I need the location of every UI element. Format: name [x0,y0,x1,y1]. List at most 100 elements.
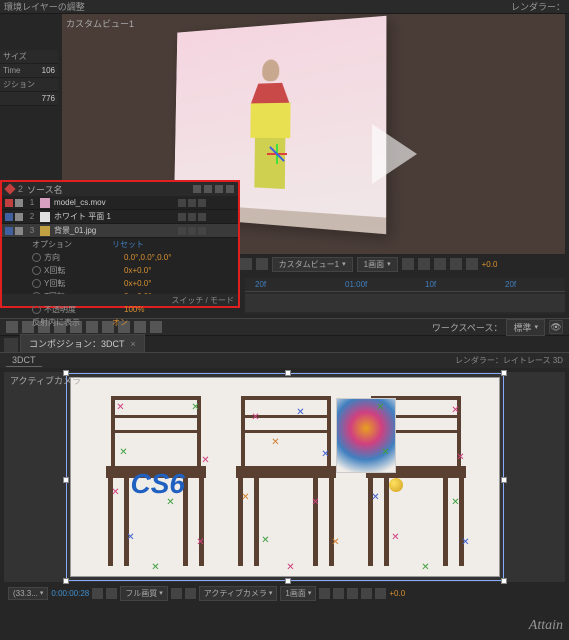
layer-name[interactable]: 背景_01.jpg [52,225,178,236]
pixel-aspect-icon[interactable] [402,258,414,270]
track-marker[interactable] [119,448,129,458]
comp-subtab[interactable]: 3DCT [6,354,42,367]
snapshot-icon[interactable] [92,588,103,599]
stopwatch-icon[interactable] [32,305,41,314]
layer-color-swatch[interactable] [40,198,50,208]
options-label[interactable]: オプション [32,239,112,250]
comp-panel-icon[interactable] [4,338,18,352]
comp-image[interactable]: CS6 [70,377,500,577]
fast-preview-icon[interactable] [418,258,430,270]
transform-handle[interactable] [501,370,507,376]
3d-view-dropdown[interactable]: アクティブカメラ [199,586,278,601]
layer-row[interactable]: 2 ホワイト 平面 1 [2,210,238,224]
exposure-reset-icon[interactable] [375,588,386,599]
track-marker[interactable] [296,408,306,418]
prop-x-rotation[interactable]: X回転 [44,265,124,276]
roi-icon[interactable] [171,588,182,599]
track-marker[interactable] [286,563,296,573]
track-marker[interactable] [166,498,176,508]
source-name-header[interactable]: ソース名 [27,183,189,196]
flowchart-icon[interactable] [450,258,462,270]
track-marker[interactable] [241,493,251,503]
track-marker[interactable] [201,456,211,466]
layer-row[interactable]: 3 背景_01.jpg [2,224,238,238]
track-marker[interactable] [451,498,461,508]
track-marker[interactable] [111,488,121,498]
switch-mode-toggle[interactable]: スイッチ / モード [2,294,238,306]
layer-row[interactable]: 1 model_cs.mov [2,196,238,210]
top-exposure-value[interactable]: +0.0 [482,260,498,269]
track-marker[interactable] [451,406,461,416]
track-marker[interactable] [311,498,321,508]
custom-view-label: カスタムビュー1 [66,17,134,30]
zoom-dropdown[interactable]: (33.3... [8,587,48,600]
prop-reflect-value[interactable]: オン [112,317,128,328]
track-marker[interactable] [196,538,206,548]
layer-color-swatch[interactable] [40,226,50,236]
transform-handle[interactable] [63,477,69,483]
search-help-icon[interactable]: 👁 [549,320,563,334]
track-marker[interactable] [271,438,281,448]
prop-orientation[interactable]: 方向 [44,252,124,263]
transparency-grid-icon[interactable] [185,588,196,599]
track-marker[interactable] [261,536,271,546]
current-time[interactable]: 0:00:00:28 [51,589,89,598]
prop-y-rotation-value[interactable]: 0x+0.0° [124,279,151,288]
stopwatch-icon[interactable] [32,279,41,288]
layer-color-swatch[interactable] [40,212,50,222]
track-marker[interactable] [116,403,126,413]
side-properties: サイズ Time106 ジション 776 [0,50,58,106]
renderer-label-top: レンダラー： [511,0,565,13]
track-marker[interactable] [456,453,466,463]
exposure-reset-icon[interactable] [466,258,478,270]
transform-handle[interactable] [285,370,291,376]
top-view-dropdown[interactable]: カスタムビュー1 [272,257,353,272]
layer-name[interactable]: ホワイト 平面 1 [52,211,178,222]
track-marker[interactable] [331,538,341,548]
stopwatch-icon[interactable] [32,253,41,262]
track-marker[interactable] [381,448,391,458]
transform-handle[interactable] [501,477,507,483]
top-viewcount-dropdown[interactable]: 1画面 [357,257,398,272]
bottom-viewer-controls: (33.3... 0:00:00:28 フル画質 アクティブカメラ 1画面 +0… [4,584,565,602]
prop-opacity-value[interactable]: 100% [124,305,144,314]
pixel-aspect-icon[interactable] [319,588,330,599]
track-marker[interactable] [391,533,401,543]
yellow-ball [389,478,403,492]
close-tab-icon[interactable]: × [131,339,136,349]
fast-preview-icon[interactable] [333,588,344,599]
prop-x-rotation-value[interactable]: 0x+0.0° [124,266,151,275]
layer-name[interactable]: model_cs.mov [52,198,178,207]
3d-axis-gizmo[interactable] [257,134,297,174]
track-marker[interactable] [126,533,136,543]
prop-reflect[interactable]: 反射内に表示 [32,317,112,328]
stopwatch-icon[interactable] [32,266,41,275]
track-marker[interactable] [251,413,261,423]
track-marker[interactable] [321,450,331,460]
flowchart-icon[interactable] [361,588,372,599]
track-marker[interactable] [376,403,386,413]
timeline-icon[interactable] [434,258,446,270]
reset-link[interactable]: リセット [112,239,144,250]
track-marker[interactable] [421,563,431,573]
mask-icon[interactable] [256,258,268,270]
track-marker[interactable] [371,493,381,503]
prop-orientation-value[interactable]: 0.0°,0.0°,0.0° [124,253,171,262]
track-marker[interactable] [151,563,161,573]
composition-tab[interactable]: コンポジション：3DCT× [20,334,145,352]
composition-viewer-bottom[interactable]: CS6 [4,372,565,582]
track-marker[interactable] [461,538,471,548]
timeline-icon[interactable] [347,588,358,599]
time-ruler[interactable]: 20f 01:00f 10f 20f [245,278,565,314]
renderer-label[interactable]: レンダラー：レイトレース 3D [455,355,563,366]
figure-model [243,58,297,201]
resolution-dropdown[interactable]: フル画質 [120,586,168,601]
side-position-label: ジション [3,79,55,90]
prop-y-rotation[interactable]: Y回転 [44,278,124,289]
guides-icon[interactable] [240,258,252,270]
view-layout-dropdown[interactable]: 1画面 [280,586,316,601]
track-marker[interactable] [191,403,201,413]
exposure-value[interactable]: +0.0 [389,589,405,598]
workspace-dropdown[interactable]: 標準 [506,319,545,336]
show-channel-icon[interactable] [106,588,117,599]
